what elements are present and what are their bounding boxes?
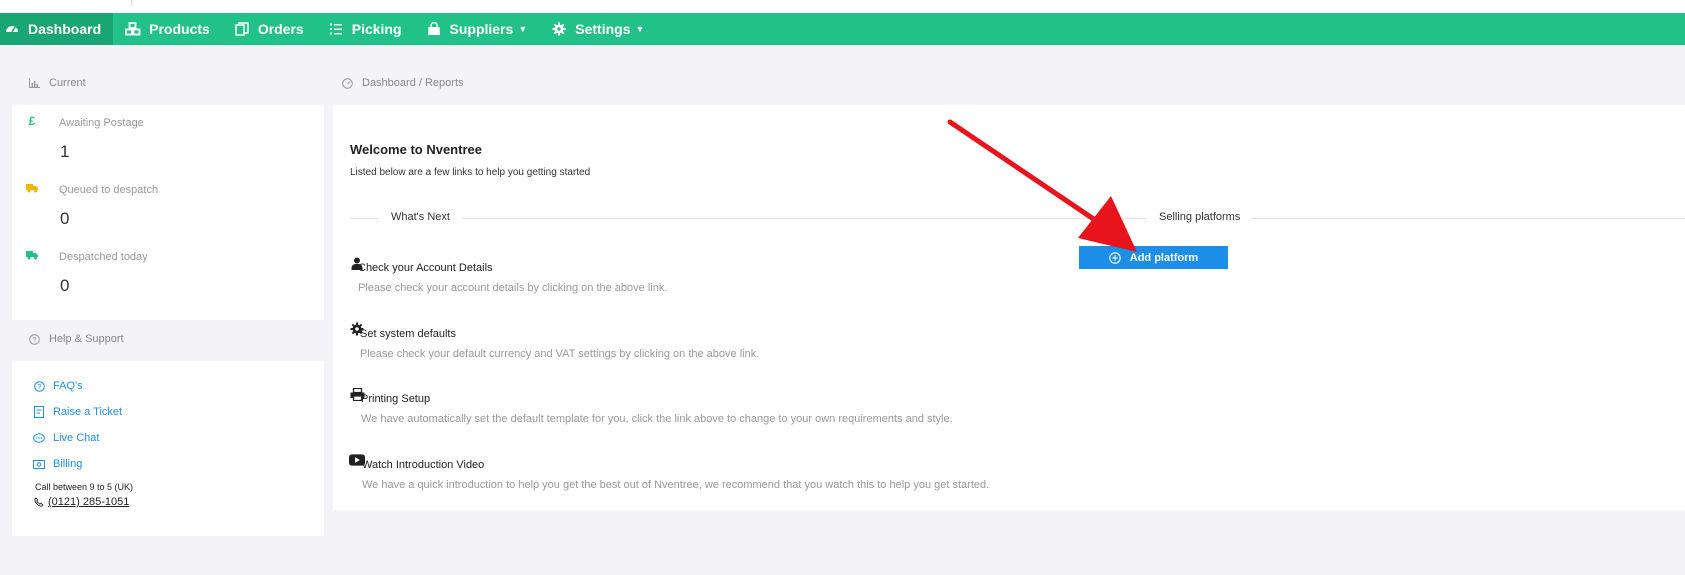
nav-settings-label: Settings	[575, 21, 631, 37]
task-system-defaults-desc: Please check your default currency and V…	[360, 348, 760, 360]
nav-suppliers-label: Suppliers	[449, 21, 514, 37]
stat-label: Awaiting Postage	[59, 117, 144, 129]
nav-orders[interactable]: Orders	[222, 13, 316, 45]
question-circle-icon: ?	[33, 380, 45, 392]
truck-icon	[26, 182, 38, 194]
bar-chart-icon	[28, 77, 40, 89]
stat-label: Despatched today	[59, 251, 148, 263]
plus-circle-icon	[1109, 251, 1121, 264]
page-subtitle: Listed below are a few links to help you…	[350, 167, 591, 178]
nav-settings[interactable]: Settings ▼	[539, 13, 656, 45]
svg-text:?: ?	[32, 337, 36, 344]
nav-dashboard-label: Dashboard	[28, 21, 102, 37]
gear-icon	[551, 21, 567, 37]
billing-link[interactable]: Billing	[33, 458, 82, 470]
task-system-defaults: Set system defaults Please check your de…	[349, 321, 1249, 361]
chevron-down-icon: ▼	[518, 24, 528, 34]
question-circle-icon: ?	[28, 333, 40, 345]
phone-link[interactable]: (0121) 285-1051	[48, 496, 129, 508]
page-title: Welcome to Nventree	[350, 142, 482, 157]
section-divider	[350, 218, 1685, 219]
phone-row: (0121) 285-1051	[33, 496, 129, 508]
breadcrumb-text[interactable]: Dashboard / Reports	[362, 77, 464, 89]
shopping-bag-icon	[426, 21, 442, 37]
nav-products-label: Products	[149, 21, 210, 37]
raise-ticket-label: Raise a Ticket	[53, 406, 123, 418]
stat-awaiting-postage[interactable]: £ Awaiting Postage 1	[26, 114, 316, 175]
chat-icon	[33, 432, 45, 444]
cubes-icon	[125, 21, 141, 37]
phone-icon	[33, 496, 45, 508]
nav-picking[interactable]: Picking	[316, 13, 414, 45]
task-intro-video-link[interactable]: Watch Introduction Video	[362, 459, 484, 471]
stat-despatched-today[interactable]: Despatched today 0	[26, 249, 316, 309]
main-navbar: Dashboard Products Orders Picking Suppli…	[0, 13, 1685, 45]
live-chat-label: Live Chat	[53, 432, 100, 444]
dashboard-icon	[341, 77, 353, 89]
nav-picking-label: Picking	[351, 21, 402, 37]
pound-icon: £	[28, 114, 36, 128]
task-printing-setup-link[interactable]: Printing Setup	[361, 393, 430, 405]
billing-label: Billing	[53, 458, 83, 470]
truck-icon	[26, 249, 38, 261]
stat-value: 0	[60, 209, 70, 228]
top-strip-tick	[131, 0, 132, 6]
live-chat-link[interactable]: Live Chat	[33, 432, 99, 444]
help-card: ? FAQ's Raise a Ticket Live Chat Billing…	[12, 361, 324, 536]
chevron-down-icon: ▼	[635, 24, 645, 34]
orders-icon	[234, 21, 250, 37]
breadcrumb: Dashboard / Reports	[341, 77, 464, 89]
whats-next-heading: What's Next	[379, 211, 462, 223]
add-platform-button[interactable]: Add platform	[1079, 246, 1228, 269]
task-system-defaults-link[interactable]: Set system defaults	[360, 328, 456, 340]
stat-queued-to-despatch[interactable]: Queued to despatch 0	[26, 182, 316, 242]
nav-orders-label: Orders	[257, 21, 304, 37]
faq-link-label: FAQ's	[53, 380, 83, 392]
task-account-details-desc: Please check your account details by cli…	[358, 282, 668, 294]
help-heading: ? Help & Support	[28, 333, 124, 345]
stat-value: 0	[60, 276, 70, 295]
stat-value: 1	[60, 142, 70, 161]
raise-ticket-link[interactable]: Raise a Ticket	[33, 406, 122, 418]
add-platform-label: Add platform	[1129, 251, 1199, 264]
call-hours-text: Call between 9 to 5 (UK)	[35, 482, 134, 492]
current-stats-card: £ Awaiting Postage 1 Queued to despatch …	[12, 105, 324, 320]
list-icon	[328, 21, 344, 37]
task-account-details-link[interactable]: Check your Account Details	[358, 262, 493, 274]
faq-link[interactable]: ? FAQ's	[33, 380, 83, 392]
welcome-card: Welcome to Nventree Listed below are a f…	[333, 105, 1685, 510]
task-intro-video: Watch Introduction Video We have a quick…	[349, 452, 1349, 492]
nav-suppliers[interactable]: Suppliers ▼	[414, 13, 540, 45]
task-printing-setup-desc: We have automatically set the default te…	[361, 413, 953, 425]
task-intro-video-desc: We have a quick introduction to help you…	[362, 479, 990, 491]
current-heading: Current	[28, 77, 86, 89]
ticket-icon	[33, 406, 45, 418]
billing-icon	[33, 458, 45, 470]
task-printing-setup: Printing Setup We have automatically set…	[349, 386, 1249, 426]
dashboard-icon	[4, 21, 20, 37]
selling-platforms-heading: Selling platforms	[1147, 211, 1253, 223]
stat-label: Queued to despatch	[59, 184, 159, 196]
svg-text:?: ?	[37, 384, 41, 391]
nav-dashboard[interactable]: Dashboard	[0, 13, 114, 45]
help-heading-text: Help & Support	[49, 333, 124, 345]
current-heading-text: Current	[49, 77, 86, 89]
top-strip	[0, 0, 1685, 13]
nav-products[interactable]: Products	[113, 13, 222, 45]
task-account-details: Check your Account Details Please check …	[349, 255, 1049, 295]
